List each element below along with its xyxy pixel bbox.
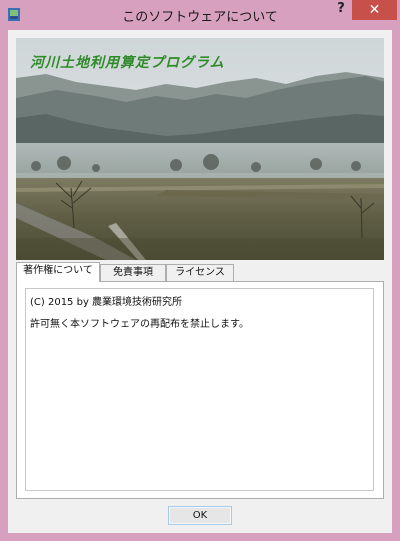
close-icon: ✕ [368,2,381,18]
ok-button[interactable]: OK [168,506,232,525]
copyright-line: (C) 2015 by 農業環境技術研究所 [30,297,183,308]
banner-image: 河川土地利用算定プログラム [16,38,384,260]
tab-panel: (C) 2015 by 農業環境技術研究所 許可無く本ソフトウェアの再配布を禁止… [16,281,384,499]
tab-copyright[interactable]: 著作権について [16,262,100,282]
tab-disclaimer[interactable]: 免責事項 [100,264,166,281]
tab-license[interactable]: ライセンス [166,264,234,281]
title-bar[interactable]: このソフトウェアについて ? ✕ [0,0,400,30]
dialog-client-area: 河川土地利用算定プログラム 著作権について 免責事項 ライセンス (C) 201… [8,30,392,533]
help-button[interactable]: ? [330,0,352,20]
banner-title: 河川土地利用算定プログラム [30,55,225,71]
close-button[interactable]: ✕ [352,0,397,20]
redistribution-notice: 許可無く本ソフトウェアの再配布を禁止します。 [30,319,249,330]
copyright-textbox[interactable]: (C) 2015 by 農業環境技術研究所 許可無く本ソフトウェアの再配布を禁止… [25,288,374,491]
about-dialog: このソフトウェアについて ? ✕ 河川土地利用算定プログラム 著作権について 免… [0,0,400,541]
